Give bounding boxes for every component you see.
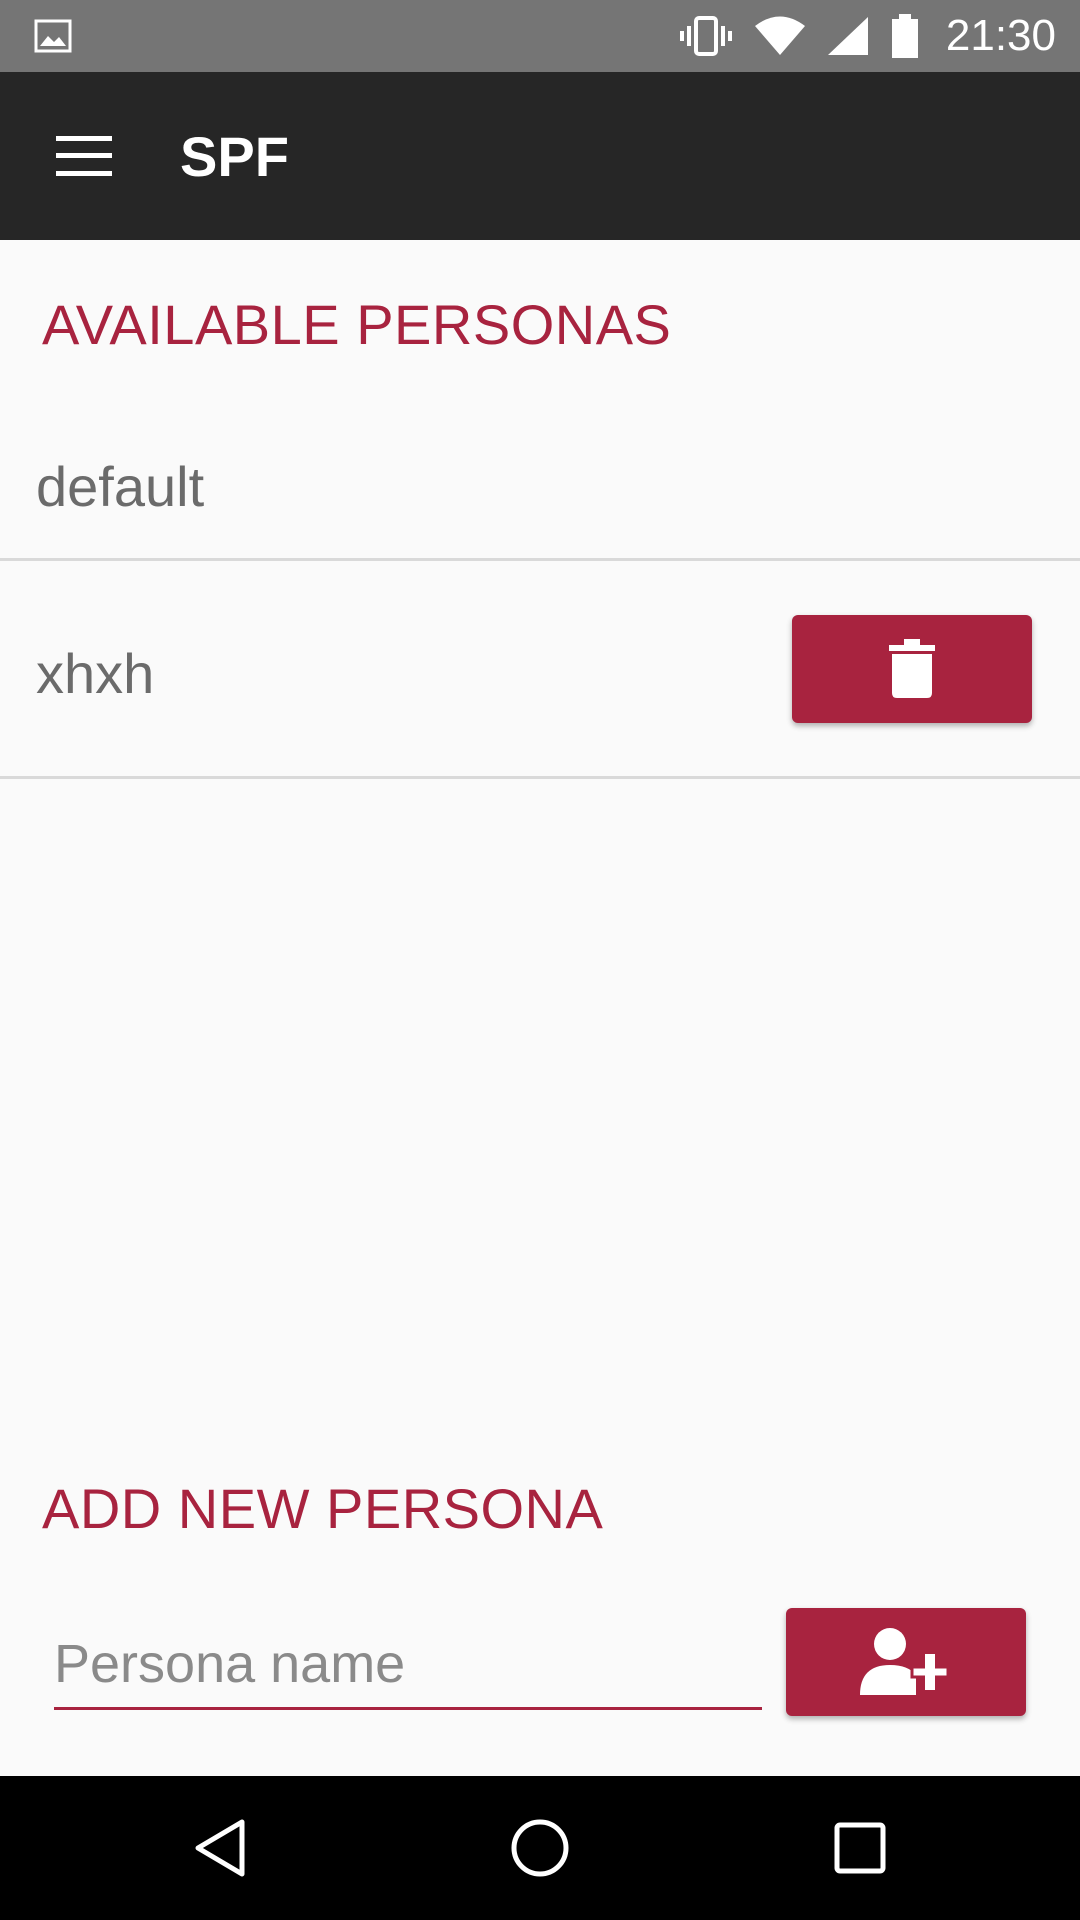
status-time: 21:30 — [945, 11, 1056, 60]
hamburger-menu-icon — [56, 136, 112, 176]
available-personas-header: AVAILABLE PERSONAS — [42, 293, 672, 356]
recents-icon — [834, 1822, 886, 1874]
app-title: SPF — [180, 124, 289, 188]
persona-name-input[interactable] — [54, 1620, 762, 1707]
back-icon — [192, 1818, 248, 1878]
delete-persona-button[interactable] — [792, 615, 1032, 723]
recents-button[interactable] — [800, 1788, 920, 1908]
persona-row-xhxh[interactable]: xhxh — [0, 561, 1080, 779]
persona-name: xhxh — [36, 642, 155, 705]
menu-button[interactable] — [0, 72, 168, 240]
navigation-bar — [0, 1776, 1080, 1920]
trash-icon — [889, 639, 935, 699]
add-user-icon — [860, 1627, 952, 1697]
home-icon — [510, 1818, 570, 1878]
wifi-icon — [754, 15, 806, 57]
status-bar: 21:30 — [0, 0, 1080, 72]
persona-name: default — [36, 455, 205, 518]
image-notification-icon — [34, 19, 72, 53]
persona-row-default[interactable]: default — [0, 424, 1080, 561]
back-button[interactable] — [160, 1788, 280, 1908]
app-bar: SPF — [0, 72, 1080, 240]
battery-icon — [890, 13, 920, 59]
add-persona-header: ADD NEW PERSONA — [42, 1477, 604, 1540]
persona-name-field — [54, 1620, 762, 1710]
vibrate-icon — [678, 14, 734, 58]
add-persona-button[interactable] — [786, 1608, 1026, 1716]
cellular-signal-icon — [826, 15, 870, 57]
home-button[interactable] — [480, 1788, 600, 1908]
